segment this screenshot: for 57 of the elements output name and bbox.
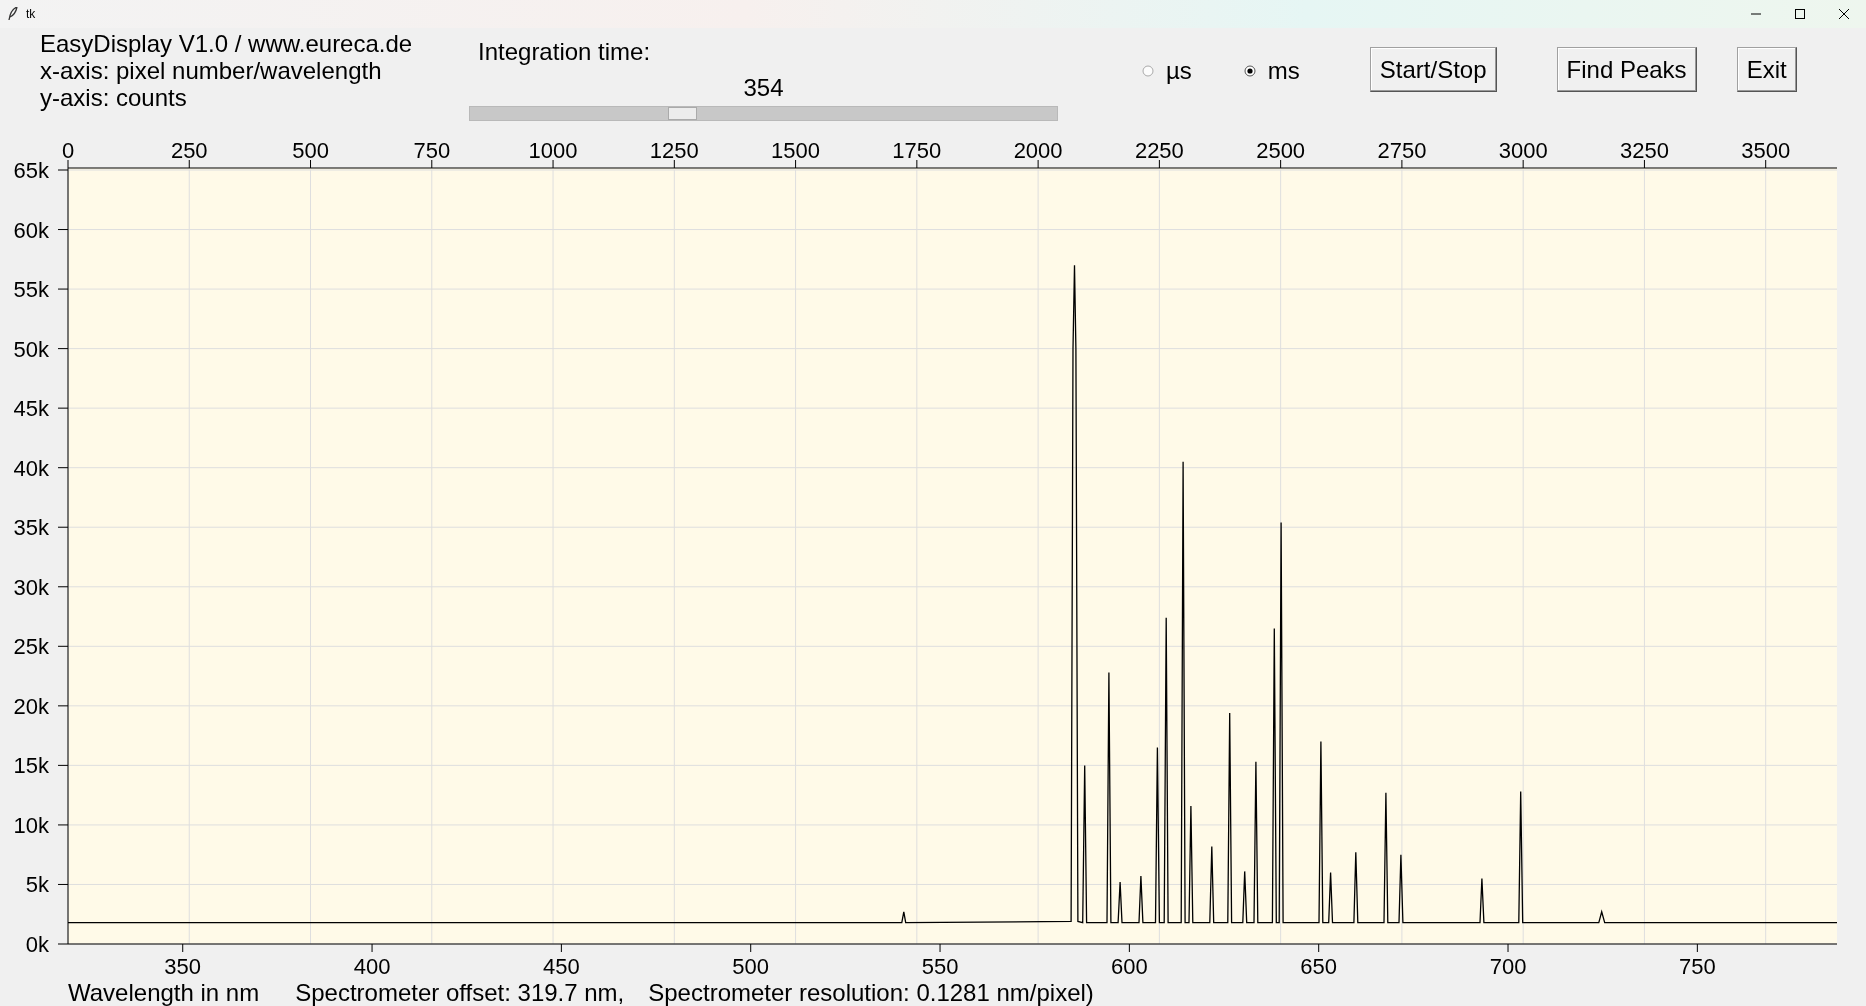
integration-time-label: Integration time: xyxy=(478,37,652,67)
footer-text: Spectrometer offset: 319.7 nm, xyxy=(295,980,625,1006)
axis-label: 2750 xyxy=(1377,138,1427,163)
action-button[interactable]: Exit xyxy=(1736,47,1797,92)
slider-thumb[interactable] xyxy=(667,107,697,120)
info-text: EasyDisplay V1.0 / www.eureca.de xyxy=(40,30,413,57)
axis-label: 750 xyxy=(1679,954,1716,979)
axis-label: 500 xyxy=(292,138,329,163)
axis-label: 750 xyxy=(413,138,451,163)
axis-label: 15k xyxy=(13,753,49,779)
axis-label: 50k xyxy=(13,336,49,362)
info-text: x-axis: pixel number/wavelength xyxy=(40,57,382,84)
axis-label: 1250 xyxy=(649,138,699,163)
feather-icon xyxy=(8,7,18,21)
axis-label: 250 xyxy=(170,138,208,163)
axis-label: 45k xyxy=(13,396,49,422)
axis-label: 5k xyxy=(25,872,49,898)
axis-label: 1750 xyxy=(892,138,942,163)
axis-label: 60k xyxy=(13,217,49,243)
maximize-icon xyxy=(1795,9,1805,19)
info-text: y-axis: counts xyxy=(40,84,187,111)
axis-label: 2000 xyxy=(1013,138,1063,163)
close-icon xyxy=(1839,9,1849,19)
axis-label: 400 xyxy=(353,954,391,979)
unit-radio[interactable]: ms xyxy=(1243,53,1300,89)
window-title: tk xyxy=(26,6,36,23)
footer-text: Wavelength in nm xyxy=(68,980,260,1006)
axis-label: 40k xyxy=(13,455,49,481)
action-button[interactable]: Start/Stop xyxy=(1369,47,1497,92)
slider-value: 354 xyxy=(743,73,784,103)
axis-label: 2250 xyxy=(1134,138,1184,163)
axis-label: 700 xyxy=(1489,954,1527,979)
axis-label: 650 xyxy=(1300,954,1338,979)
action-button[interactable]: Find Peaks xyxy=(1556,47,1697,92)
axis-label: 1000 xyxy=(528,138,578,163)
axis-label: 0k xyxy=(25,932,49,957)
axis-label: 30k xyxy=(13,574,49,600)
axis-label: 10k xyxy=(13,812,49,838)
axis-label: 550 xyxy=(921,954,959,979)
axis-label: 55k xyxy=(13,277,49,303)
slider-track[interactable] xyxy=(469,106,1058,121)
axis-label: 3250 xyxy=(1619,138,1669,163)
footer-text: Spectrometer resolution: 0.1281 nm/pixel) xyxy=(648,980,1094,1006)
axis-label: 25k xyxy=(13,634,49,660)
axis-label: 2500 xyxy=(1256,138,1306,163)
axis-label: 600 xyxy=(1111,954,1148,979)
axis-label: 35k xyxy=(13,515,49,541)
axis-label: 350 xyxy=(164,954,202,979)
axis-label: 65k xyxy=(13,158,49,183)
axis-label: 1500 xyxy=(771,138,821,163)
axis-label: 3500 xyxy=(1741,138,1791,163)
axis-label: 450 xyxy=(543,954,580,979)
axis-label: 0 xyxy=(61,138,75,163)
unit-radio[interactable]: µs xyxy=(1142,53,1192,89)
axis-label: 3000 xyxy=(1498,138,1548,163)
axis-label: 20k xyxy=(13,693,49,719)
axis-label: 500 xyxy=(732,954,770,979)
